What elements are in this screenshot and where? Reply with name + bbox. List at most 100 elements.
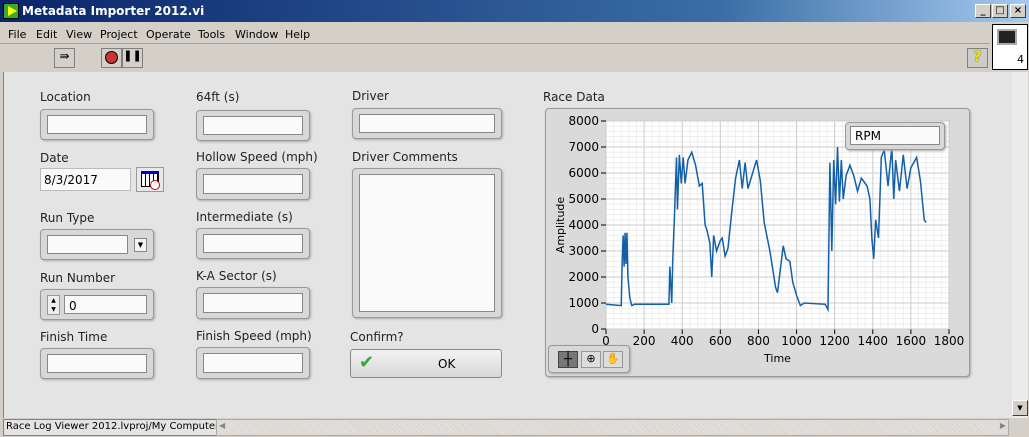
menu-view[interactable]: View	[66, 28, 92, 41]
hollow-speed-field[interactable]	[196, 168, 310, 200]
calendar-button[interactable]	[136, 167, 164, 192]
menu-file[interactable]: File	[8, 28, 26, 41]
finish-speed-field[interactable]	[196, 347, 310, 379]
horizontal-scrollbar[interactable]: ◀ ▶	[216, 419, 1009, 436]
x-tick-label: 1800	[934, 334, 965, 348]
x-tick-label: 1600	[896, 334, 927, 348]
window-title: Metadata Importer 2012.vi	[22, 4, 205, 18]
pause-icon[interactable]: ❚❚	[122, 48, 143, 68]
graph-palette: ┼ ⊕ ✋	[548, 345, 630, 373]
increment-decrement-arrows[interactable]: ▲ ▼	[47, 295, 60, 315]
menu-operate[interactable]: Operate	[146, 28, 191, 41]
project-context: Race Log Viewer 2012.lvproj/My Computer	[3, 419, 223, 436]
y-tick-label: 3000	[568, 244, 599, 258]
intermediate-field[interactable]	[196, 228, 310, 259]
run-number-control[interactable]: ▲ ▼ 0	[40, 289, 154, 320]
ka-sector-input[interactable]	[203, 293, 303, 313]
ok-button-label: OK	[438, 357, 456, 371]
y-tick-label: 7000	[568, 140, 599, 154]
cursor-crosshair-icon[interactable]: ┼	[558, 351, 578, 368]
finish-speed-label: Finish Speed (mph)	[196, 329, 312, 343]
menu-window[interactable]: Window	[235, 28, 278, 41]
close-button[interactable]: ×	[1010, 4, 1026, 18]
y-tick-label: 4000	[568, 218, 599, 232]
run-type-value[interactable]	[47, 235, 128, 254]
race-data-chart[interactable]: 0 200 400 600 800 1000 1200 1400 1600 18000100020…	[540, 110, 970, 380]
waveform-icon	[997, 29, 1017, 45]
chevron-down-icon[interactable]: ▼	[134, 238, 147, 252]
x-tick-label: 400	[671, 334, 694, 348]
scroll-right-arrow-icon[interactable]: ▶	[1000, 421, 1006, 430]
date-input[interactable]: 8/3/2017	[40, 168, 131, 191]
location-input[interactable]	[47, 115, 147, 134]
location-field[interactable]	[40, 109, 154, 140]
driver-field[interactable]	[352, 108, 502, 139]
scroll-left-arrow-icon[interactable]: ◀	[219, 421, 225, 430]
y-tick-label: 0	[591, 322, 599, 336]
menu-tools[interactable]: Tools	[198, 28, 225, 41]
run-continuously-icon[interactable]: ⇛	[54, 48, 75, 68]
ok-button[interactable]: ✔ OK	[350, 349, 502, 378]
status-bar: Race Log Viewer 2012.lvproj/My Computer …	[0, 418, 1029, 437]
maximize-button[interactable]: □	[992, 4, 1008, 18]
location-label: Location	[40, 90, 91, 104]
help-icon[interactable]: ?	[967, 48, 988, 68]
intermediate-label: Intermediate (s)	[196, 210, 293, 224]
title-bar: Metadata Importer 2012.vi _ □ ×	[0, 0, 1029, 22]
ft64-field[interactable]	[196, 110, 310, 141]
toolbar: ⇛ ❚❚ ?	[0, 45, 990, 71]
driver-comments-textarea[interactable]	[359, 174, 495, 312]
driver-label: Driver	[352, 89, 389, 103]
ft64-label: 64ft (s)	[196, 90, 240, 104]
date-label: Date	[40, 151, 69, 165]
y-axis-label: Amplitude	[554, 197, 567, 254]
menu-bar: File Edit View Project Operate Tools Win…	[0, 24, 990, 44]
connector-pane-icon[interactable]: 4	[992, 24, 1028, 70]
checkmark-icon: ✔	[359, 352, 375, 373]
y-tick-label: 5000	[568, 192, 599, 206]
run-type-label: Run Type	[40, 211, 95, 225]
zoom-icon[interactable]: ⊕	[581, 351, 601, 368]
menu-edit[interactable]: Edit	[36, 28, 57, 41]
finish-time-label: Finish Time	[40, 330, 108, 344]
hollow-speed-label: Hollow Speed (mph)	[196, 150, 318, 164]
legend-entry-rpm[interactable]: RPM	[850, 126, 940, 145]
ka-sector-label: K-A Sector (s)	[196, 269, 277, 283]
y-tick-label: 1000	[568, 296, 599, 310]
confirm-label: Confirm?	[350, 330, 404, 344]
x-tick-label: 600	[709, 334, 732, 348]
vi-icon	[3, 3, 19, 19]
driver-comments-field[interactable]	[352, 168, 502, 318]
run-number-label: Run Number	[40, 271, 116, 285]
y-tick-label: 6000	[568, 166, 599, 180]
x-tick-label: 800	[747, 334, 770, 348]
driver-input[interactable]	[359, 114, 495, 133]
run-type-dropdown[interactable]: ▼	[40, 229, 154, 260]
y-tick-label: 2000	[568, 270, 599, 284]
pan-hand-icon[interactable]: ✋	[603, 351, 623, 368]
graph-title: Race Data	[543, 90, 605, 104]
clock-icon	[150, 180, 160, 190]
plot-legend[interactable]: RPM	[845, 122, 945, 150]
ka-sector-field[interactable]	[196, 287, 310, 319]
ft64-input[interactable]	[203, 116, 303, 135]
x-tick-label: 1000	[781, 334, 812, 348]
x-axis-label: Time	[763, 352, 791, 365]
minimize-button[interactable]: _	[975, 4, 991, 18]
x-tick-label: 1400	[858, 334, 889, 348]
menu-help[interactable]: Help	[285, 28, 310, 41]
connector-number: 4	[1017, 53, 1024, 66]
run-number-input[interactable]: 0	[64, 295, 147, 314]
intermediate-input[interactable]	[203, 234, 303, 253]
finish-speed-input[interactable]	[203, 353, 303, 373]
x-tick-label: 200	[633, 334, 656, 348]
hollow-speed-input[interactable]	[203, 174, 303, 194]
finish-time-input[interactable]	[47, 354, 147, 373]
y-tick-label: 8000	[568, 114, 599, 128]
vertical-scrollbar[interactable]: ▼	[1012, 72, 1028, 418]
driver-comments-label: Driver Comments	[352, 150, 458, 164]
scroll-down-arrow-icon[interactable]: ▼	[1012, 400, 1028, 416]
abort-icon[interactable]	[101, 48, 122, 68]
finish-time-field[interactable]	[40, 348, 154, 379]
menu-project[interactable]: Project	[100, 28, 138, 41]
